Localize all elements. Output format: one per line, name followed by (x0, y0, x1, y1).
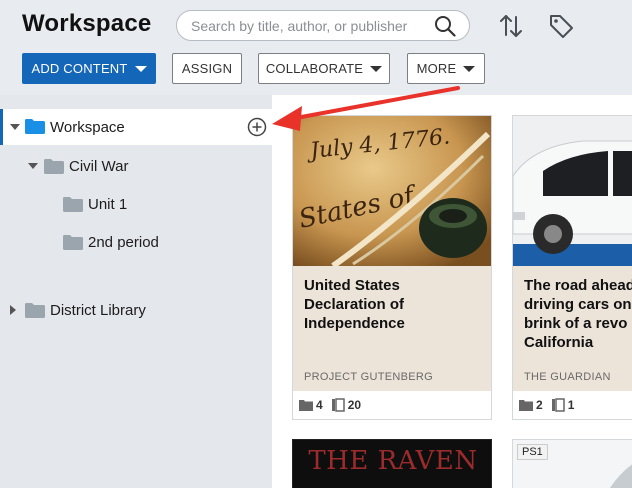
tree-item-label: 2nd period (88, 233, 159, 251)
tag-icon[interactable] (547, 12, 575, 40)
assign-button[interactable]: ASSIGN (172, 53, 242, 84)
card-body: United States Declaration of Independenc… (293, 266, 491, 391)
folder-icon (25, 303, 45, 318)
card-title[interactable]: The road ahead driving cars on brink of … (524, 276, 632, 352)
card-body: The road ahead driving cars on brink of … (513, 266, 632, 391)
chevron-down-icon (463, 65, 476, 72)
page-title: Workspace (22, 10, 152, 37)
top-header: Workspace ADD CONTENT ASSIGN COLLABORATE… (0, 0, 632, 95)
folder-count-icon (519, 400, 533, 411)
folder-count-icon (299, 400, 313, 411)
folder-count: 2 (536, 398, 543, 412)
tree-item-label: District Library (50, 301, 146, 319)
sort-icon[interactable] (497, 12, 525, 40)
tree-item-label: Workspace (50, 118, 125, 136)
add-folder-icon[interactable] (247, 117, 267, 137)
expand-toggle-icon[interactable] (10, 124, 20, 130)
item-count: 20 (347, 398, 362, 412)
card-publisher: PROJECT GUTENBERG (304, 371, 433, 383)
content-card[interactable]: July 4, 1776. States of United States De… (292, 115, 492, 420)
tree-item-civil-war[interactable]: Civil War (0, 148, 272, 184)
tree-item-label: Civil War (69, 157, 129, 175)
collaborate-button[interactable]: COLLABORATE (258, 53, 390, 84)
card-thumbnail: THE RAVEN (293, 440, 491, 488)
declaration-thumbnail-image: July 4, 1776. States of (293, 116, 491, 266)
folder-icon (63, 197, 83, 212)
card-title[interactable]: United States Declaration of Independenc… (304, 276, 480, 333)
card-thumbnail (513, 116, 632, 266)
expand-toggle-icon[interactable] (10, 305, 16, 315)
content-card[interactable]: THE RAVEN (292, 439, 492, 488)
tree-item-district-library[interactable]: District Library (0, 292, 272, 328)
card-thumbnail: July 4, 1776. States of (293, 116, 491, 266)
card-thumbnail: PS1 (513, 440, 632, 488)
card-publisher: THE GUARDIAN (524, 371, 611, 383)
card-image (609, 464, 632, 488)
tree-item-label: Unit 1 (88, 195, 128, 213)
folder-icon (63, 235, 83, 250)
card-stats: 2 1 (513, 391, 632, 419)
folder-icon (25, 119, 45, 134)
folder-tree: Workspace Civil War Unit 1 2nd period Di… (0, 95, 272, 488)
tree-item-2nd-period[interactable]: 2nd period (0, 224, 272, 260)
folder-count: 4 (316, 398, 323, 412)
assign-label: ASSIGN (181, 61, 233, 76)
self-driving-car-thumbnail-image (513, 116, 632, 266)
page-count-icon (331, 398, 345, 412)
folder-icon (44, 159, 64, 174)
collaborate-label: COLLABORATE (265, 61, 364, 76)
search-icon[interactable] (434, 15, 456, 37)
add-content-button[interactable]: ADD CONTENT (22, 53, 156, 84)
add-content-label: ADD CONTENT (31, 61, 128, 76)
tree-item-workspace[interactable]: Workspace (0, 109, 272, 145)
chevron-down-icon (134, 65, 147, 72)
search-input[interactable] (191, 17, 429, 35)
search-box[interactable] (176, 10, 470, 41)
card-stats: 4 20 (293, 391, 491, 419)
more-label: MORE (416, 61, 457, 76)
content-grid: July 4, 1776. States of United States De… (272, 95, 632, 488)
content-card[interactable]: The road ahead driving cars on brink of … (512, 115, 632, 420)
page-count-icon (551, 398, 565, 412)
chevron-down-icon (370, 65, 383, 72)
tree-item-unit-1[interactable]: Unit 1 (0, 186, 272, 222)
expand-toggle-icon[interactable] (28, 163, 38, 169)
content-card[interactable]: PS1 (512, 439, 632, 488)
raven-title-text: THE RAVEN (308, 446, 478, 476)
item-count: 1 (567, 398, 575, 412)
more-button[interactable]: MORE (407, 53, 485, 84)
